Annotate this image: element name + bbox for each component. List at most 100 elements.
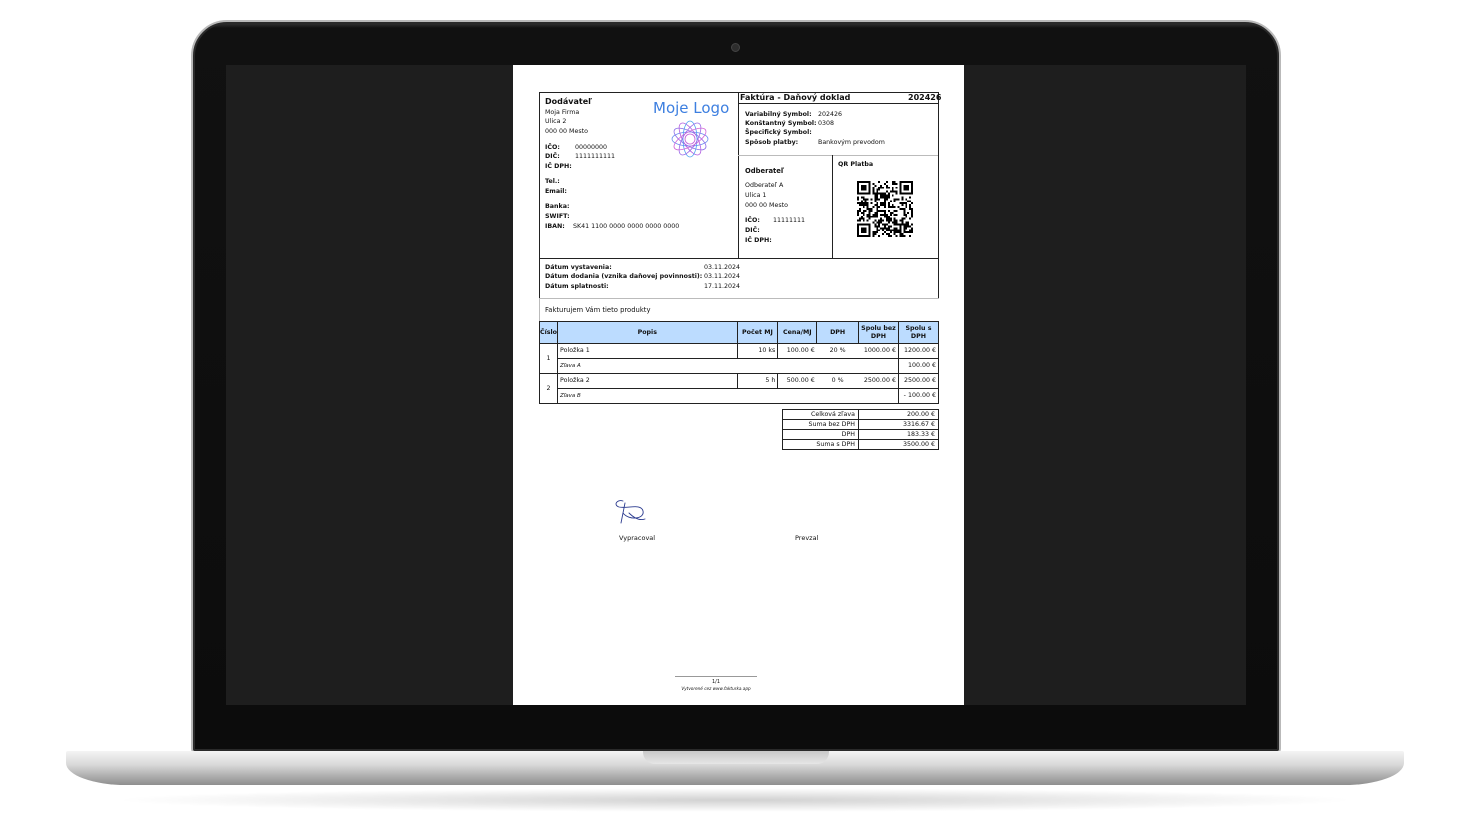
received-by-label: Prevzal — [795, 534, 819, 542]
item-description: Položka 1 — [557, 343, 738, 359]
laptop-shadow — [110, 788, 1360, 812]
header-unit-price: Cena/MJ — [777, 321, 818, 344]
customer-name: Odberateľ A — [745, 182, 784, 189]
item-discount: 100.00 € — [897, 358, 940, 374]
issue-date-label: Dátum vystavenia: — [545, 264, 612, 271]
title-underline — [738, 103, 938, 104]
table-row: 1 Položka 1 10 ks 100.00 € 20 % 1000.00 … — [538, 343, 940, 374]
customer-ico: 11111111 — [773, 217, 806, 224]
due-date-label: Dátum splatnosti: — [545, 283, 609, 290]
symbols-divider — [738, 155, 938, 156]
variable-symbol: 202426 — [818, 111, 843, 118]
table-row: 2 Položka 2 5 h 500.00 € 0 % 2500.00 € 2… — [538, 373, 940, 404]
total-vat-label: DPH — [782, 429, 859, 440]
supplier-ico-label: IČO: — [545, 144, 560, 151]
variable-symbol-label: Variabilný Symbol: — [745, 111, 812, 118]
total-row: Suma s DPH 3500.00 € — [782, 439, 939, 450]
total-discount: 200.00 € — [858, 409, 939, 420]
customer-city: 000 00 Mesto — [745, 202, 788, 209]
due-date: 17.11.2024 — [704, 283, 741, 290]
total-net: 3316.67 € — [858, 419, 939, 430]
customer-qr-divider — [832, 155, 833, 258]
item-number: 1 — [538, 343, 559, 374]
qr-label: QR Platba — [838, 161, 874, 168]
total-net-label: Suma bez DPH — [782, 419, 859, 430]
invoice-page[interactable]: Dodávateľ Moja Firma Ulica 2 000 00 Mest… — [513, 65, 964, 705]
frame-middle — [738, 92, 739, 258]
footer-text[interactable]: Vytvorené cez www.fakturka.app — [513, 686, 919, 691]
item-number: 2 — [538, 373, 559, 404]
total-gross-label: Suma s DPH — [782, 439, 859, 450]
invoice-number: 202426 — [908, 93, 942, 102]
totals-table: Celková zľava 200.00 € Suma bez DPH 3316.6… — [782, 409, 939, 450]
laptop-screen: Dodávateľ Moja Firma Ulica 2 000 00 Mest… — [226, 65, 1246, 705]
header-description: Popis — [557, 321, 738, 344]
table-row-discount: Zľava A 100.00 € — [540, 358, 940, 374]
dates-left — [539, 258, 540, 298]
specific-symbol-label: Špecifický Symbol: — [745, 129, 812, 136]
constant-symbol: 0308 — [818, 120, 835, 127]
constant-symbol-label: Konštantný Symbol: — [745, 120, 817, 127]
item-net-total: 2500.00 € — [858, 373, 899, 389]
frame-right — [938, 92, 939, 258]
item-quantity: 5 h — [736, 373, 779, 389]
supplier-heading: Dodávateľ — [545, 97, 592, 106]
item-gross-total: 1200.00 € — [897, 343, 940, 359]
issue-date: 03.11.2024 — [704, 264, 741, 271]
signature-icon — [615, 500, 646, 524]
total-gross: 3500.00 € — [858, 439, 939, 450]
supplier-name: Moja Firma — [545, 109, 580, 116]
customer-dic-label: DIČ: — [745, 227, 760, 234]
customer-icdph-label: IČ DPH: — [745, 237, 772, 244]
laptop-base-notch — [643, 751, 829, 764]
total-row: Celková zľava 200.00 € — [782, 409, 939, 420]
prepared-by-label: Vypracoval — [619, 534, 656, 542]
supplier-tel-label: Tel.: — [545, 178, 560, 185]
delivery-date-label: Dátum dodania (vznika daňovej povinnosti… — [545, 273, 703, 280]
total-discount-label: Celková zľava — [782, 409, 859, 420]
table-row-discount: Zľava B - 100.00 € — [540, 388, 940, 404]
supplier-icdph-label: IČ DPH: — [545, 163, 572, 170]
item-unit-price: 500.00 € — [777, 373, 817, 389]
header-net-total: Spolu bez DPH — [858, 321, 899, 344]
item-vat: 20 % — [816, 343, 859, 359]
item-net-total: 1000.00 € — [858, 343, 899, 359]
page-number: 1/1 — [711, 679, 721, 685]
supplier-swift-label: SWIFT: — [545, 213, 570, 220]
header-gross-total: Spolu s DPH — [897, 321, 940, 344]
frame-left — [539, 92, 540, 258]
supplier-dic-label: DIČ: — [545, 153, 560, 160]
item-description: Položka 2 — [557, 373, 738, 389]
qr-code-icon[interactable] — [857, 181, 913, 237]
item-discount-label: Zľava A — [557, 358, 899, 374]
header-vat: DPH — [816, 321, 860, 344]
customer-ico-label: IČO: — [745, 217, 760, 224]
items-table: Číslo Popis Počet MJ Cena/MJ DPH Spolu b… — [538, 321, 940, 404]
payment-method-label: Spôsob platby: — [745, 139, 799, 146]
total-row: DPH 183.33 € — [782, 429, 939, 440]
delivery-date: 03.11.2024 — [704, 273, 741, 280]
header-number: Číslo — [538, 321, 559, 344]
total-row: Suma bez DPH 3316.67 € — [782, 419, 939, 430]
webcam — [731, 43, 740, 52]
item-discount: - 100.00 € — [897, 388, 940, 404]
intro-left — [539, 298, 540, 321]
supplier-street: Ulica 2 — [545, 118, 567, 125]
item-discount-label: Zľava B — [557, 388, 899, 404]
item-quantity: 10 ks — [736, 343, 779, 359]
header-bottom — [539, 258, 939, 259]
dates-right — [938, 258, 939, 298]
dates-bottom — [539, 298, 939, 299]
supplier-bank-label: Banka: — [545, 203, 570, 210]
logo-text: Moje Logo — [653, 99, 730, 117]
frame-top — [539, 92, 939, 93]
item-unit-price: 100.00 € — [777, 343, 817, 359]
supplier-dic: 1111111111 — [575, 153, 616, 160]
invoice-title: Faktúra - Daňový doklad — [740, 93, 851, 102]
supplier-city: 000 00 Mesto — [545, 128, 588, 135]
customer-heading: Odberateľ — [745, 167, 785, 175]
intro-text: Fakturujem Vám tieto produkty — [545, 306, 651, 314]
item-vat: 0 % — [816, 373, 859, 389]
payment-method: Bankovým prevodom — [818, 139, 885, 146]
supplier-ico: 00000000 — [575, 144, 608, 151]
